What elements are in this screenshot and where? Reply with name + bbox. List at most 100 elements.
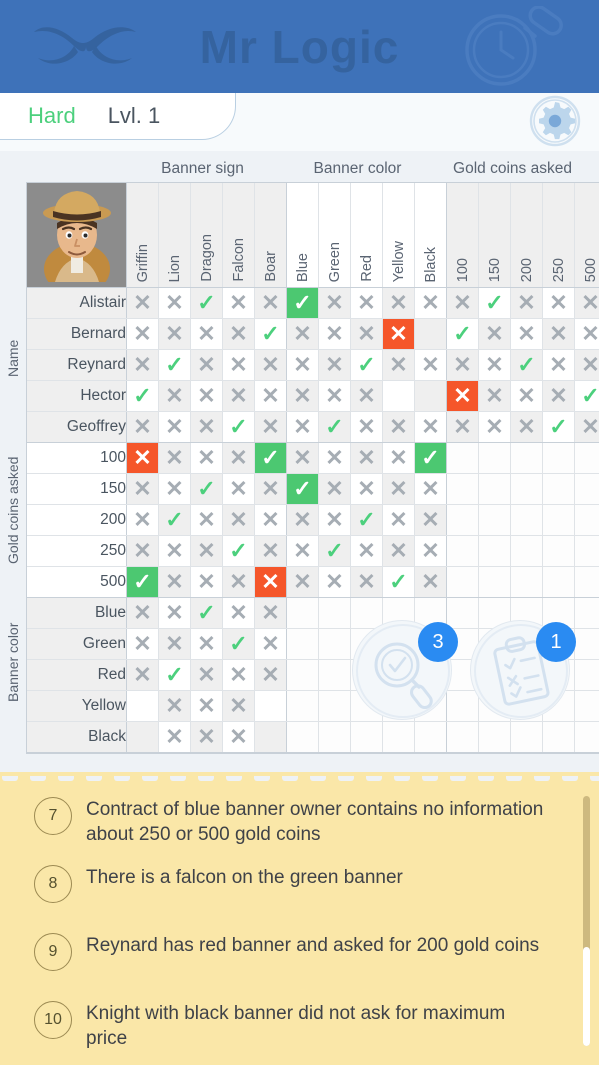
grid-cell[interactable]: ✕ (286, 442, 319, 474)
grid-cell[interactable]: ✕ (190, 442, 223, 474)
grid-cell[interactable]: ✓ (318, 411, 351, 443)
grid-cell[interactable]: ✕ (350, 287, 383, 319)
grid-cell[interactable]: ✕ (382, 535, 415, 567)
grid-cell[interactable] (382, 380, 415, 412)
grid-cell[interactable]: ✕ (126, 287, 159, 319)
grid-cell[interactable]: ✓ (510, 349, 543, 381)
grid-cell[interactable]: ✕ (542, 287, 575, 319)
grid-cell[interactable]: ✕ (382, 504, 415, 536)
grid-cell[interactable]: ✕ (126, 628, 159, 660)
grid-cell[interactable]: ✓ (222, 535, 255, 567)
grid-cell[interactable]: ✕ (126, 411, 159, 443)
grid-cell[interactable]: ✕ (158, 318, 191, 350)
grid-cell[interactable]: ✕ (190, 659, 223, 691)
grid-cell[interactable]: ✕ (254, 597, 287, 629)
grid-cell[interactable]: ✕ (382, 318, 415, 350)
grid-cell[interactable]: ✓ (190, 473, 223, 505)
grid-cell[interactable]: ✕ (158, 566, 191, 598)
grid-cell[interactable]: ✕ (158, 287, 191, 319)
grid-cell[interactable]: ✓ (254, 442, 287, 474)
grid-cell[interactable]: ✓ (254, 318, 287, 350)
grid-cell[interactable]: ✕ (542, 380, 575, 412)
grid-cell[interactable]: ✓ (350, 504, 383, 536)
grid-cell[interactable]: ✕ (414, 349, 447, 381)
grid-cell[interactable]: ✕ (318, 318, 351, 350)
grid-cell[interactable]: ✕ (158, 473, 191, 505)
grid-cell[interactable]: ✕ (414, 287, 447, 319)
grid-cell[interactable]: ✕ (318, 473, 351, 505)
grid-cell[interactable]: ✕ (414, 473, 447, 505)
grid-cell[interactable]: ✕ (190, 349, 223, 381)
grid-cell[interactable]: ✕ (158, 597, 191, 629)
grid-cell[interactable] (414, 380, 447, 412)
grid-cell[interactable]: ✕ (254, 411, 287, 443)
grid-cell[interactable]: ✕ (510, 380, 543, 412)
grid-cell[interactable]: ✕ (190, 721, 223, 753)
grid-cell[interactable]: ✓ (126, 566, 159, 598)
grid-cell[interactable]: ✕ (350, 411, 383, 443)
grid-cell[interactable]: ✕ (286, 380, 319, 412)
grid-cell[interactable]: ✕ (190, 690, 223, 722)
grid-cell[interactable]: ✕ (254, 535, 287, 567)
grid-cell[interactable]: ✕ (446, 287, 479, 319)
grid-cell[interactable]: ✕ (286, 349, 319, 381)
grid-cell[interactable]: ✕ (222, 566, 255, 598)
grid-cell[interactable]: ✓ (190, 287, 223, 319)
grid-cell[interactable]: ✕ (350, 535, 383, 567)
clues-scrollbar-thumb[interactable] (583, 947, 590, 1046)
grid-cell[interactable]: ✕ (190, 628, 223, 660)
grid-cell[interactable]: ✕ (382, 442, 415, 474)
grid-cell[interactable]: ✕ (414, 566, 447, 598)
grid-cell[interactable]: ✓ (286, 473, 319, 505)
grid-cell[interactable]: ✕ (318, 380, 351, 412)
grid-cell[interactable]: ✕ (286, 566, 319, 598)
grid-cell[interactable]: ✕ (478, 411, 511, 443)
grid-cell[interactable]: ✕ (478, 380, 511, 412)
grid-cell[interactable]: ✕ (190, 566, 223, 598)
grid-cell[interactable] (126, 721, 159, 753)
grid-cell[interactable]: ✕ (574, 411, 599, 443)
grid-cell[interactable]: ✕ (222, 318, 255, 350)
grid-cell[interactable]: ✕ (190, 504, 223, 536)
grid-cell[interactable]: ✕ (350, 318, 383, 350)
grid-cell[interactable]: ✕ (254, 566, 287, 598)
grid-cell[interactable]: ✓ (350, 349, 383, 381)
grid-cell[interactable]: ✕ (158, 411, 191, 443)
grid-cell[interactable]: ✕ (222, 442, 255, 474)
grid-cell[interactable]: ✕ (158, 535, 191, 567)
grid-cell[interactable]: ✓ (414, 442, 447, 474)
grid-cell[interactable]: ✕ (254, 473, 287, 505)
grid-cell[interactable]: ✓ (318, 535, 351, 567)
grid-cell[interactable]: ✕ (254, 504, 287, 536)
grid-cell[interactable]: ✕ (254, 287, 287, 319)
grid-cell[interactable]: ✕ (542, 349, 575, 381)
grid-cell[interactable]: ✕ (382, 287, 415, 319)
grid-cell[interactable]: ✓ (158, 349, 191, 381)
grid-cell[interactable]: ✓ (222, 628, 255, 660)
grid-cell[interactable]: ✕ (446, 380, 479, 412)
grid-cell[interactable]: ✕ (286, 535, 319, 567)
grid-cell[interactable]: ✓ (126, 380, 159, 412)
grid-cell[interactable]: ✕ (382, 349, 415, 381)
grid-cell[interactable]: ✕ (286, 504, 319, 536)
grid-cell[interactable]: ✕ (478, 318, 511, 350)
grid-cell[interactable]: ✕ (254, 659, 287, 691)
grid-cell[interactable]: ✕ (318, 504, 351, 536)
grid-cell[interactable]: ✕ (126, 535, 159, 567)
grid-cell[interactable]: ✕ (190, 535, 223, 567)
grid-cell[interactable]: ✕ (222, 380, 255, 412)
grid-cell[interactable]: ✓ (158, 659, 191, 691)
grid-cell[interactable]: ✓ (190, 597, 223, 629)
grid-cell[interactable]: ✕ (318, 287, 351, 319)
grid-cell[interactable]: ✕ (126, 442, 159, 474)
grid-cell[interactable]: ✕ (510, 411, 543, 443)
grid-cell[interactable]: ✕ (126, 473, 159, 505)
grid-cell[interactable]: ✕ (222, 721, 255, 753)
grid-cell[interactable]: ✕ (190, 411, 223, 443)
grid-cell[interactable] (414, 318, 447, 350)
grid-cell[interactable]: ✕ (222, 504, 255, 536)
grid-cell[interactable]: ✕ (158, 721, 191, 753)
grid-cell[interactable]: ✕ (510, 318, 543, 350)
grid-cell[interactable]: ✕ (222, 473, 255, 505)
grid-cell[interactable]: ✓ (542, 411, 575, 443)
